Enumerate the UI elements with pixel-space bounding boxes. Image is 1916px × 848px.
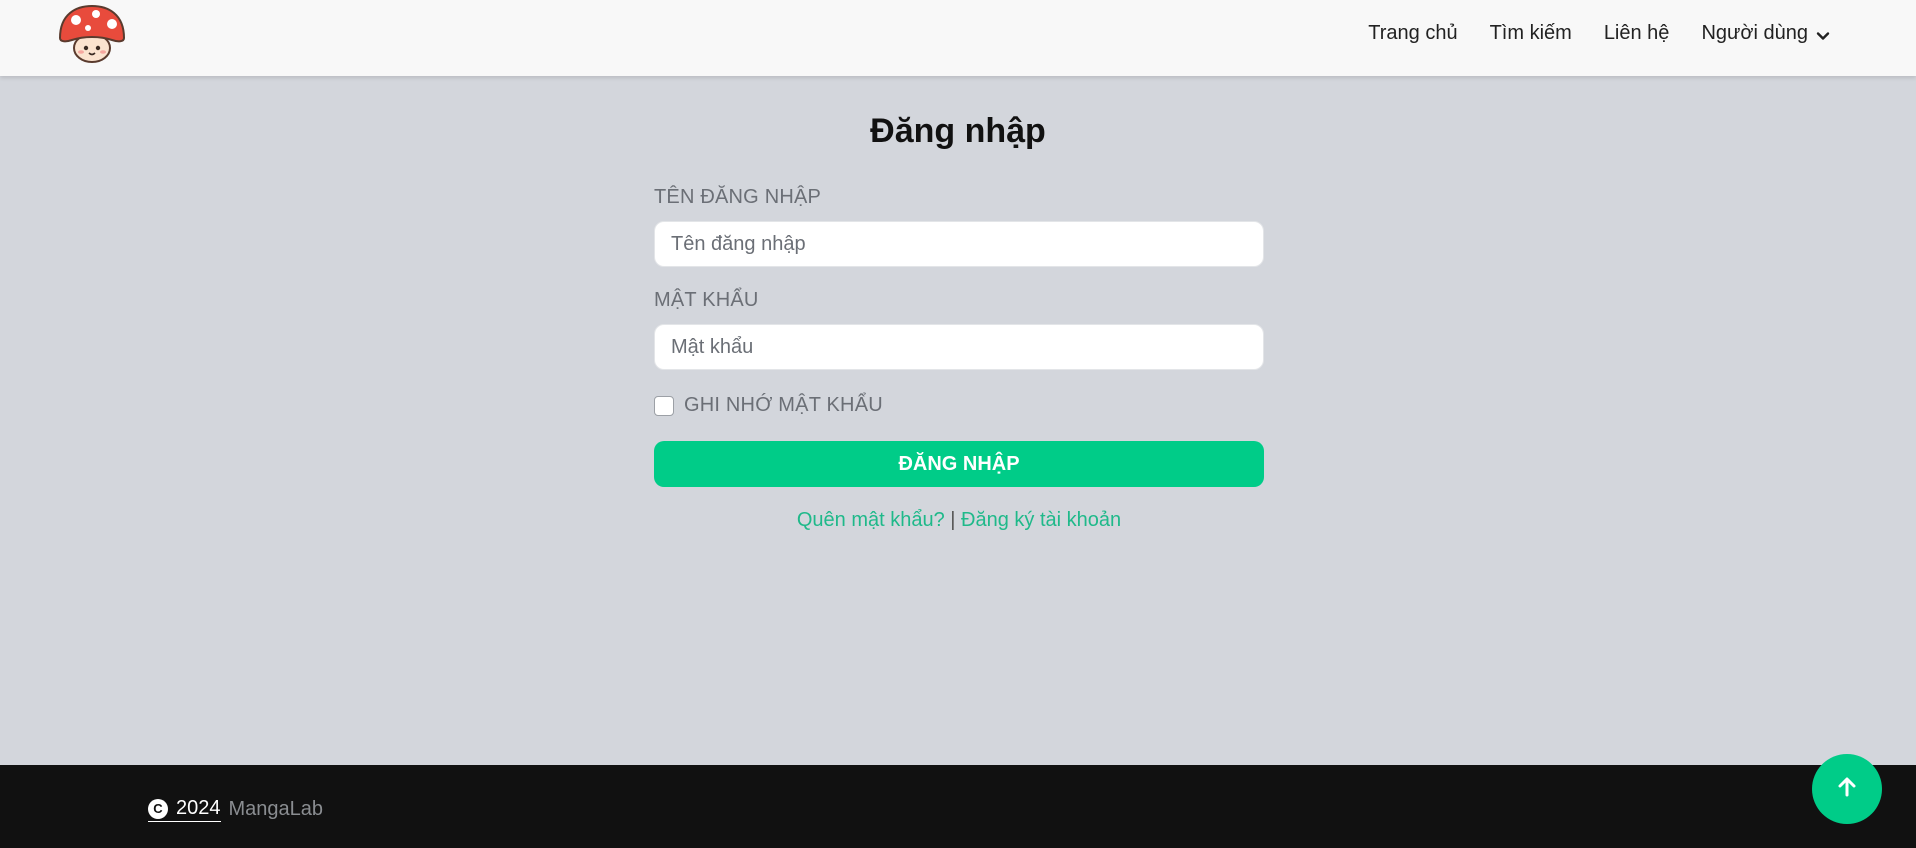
back-to-top-button[interactable] [1812, 754, 1882, 824]
remember-label[interactable]: GHI NHỚ MẬT KHẨU [684, 394, 883, 417]
username-input[interactable] [654, 221, 1264, 267]
nav-contact-link[interactable]: Liên hệ [1604, 22, 1670, 45]
nav-search-link[interactable]: Tìm kiếm [1490, 22, 1572, 45]
nav-links: Trang chủ Tìm kiếm Liên hệ Người dùng [1368, 0, 1830, 66]
register-link[interactable]: Đăng ký tài khoản [961, 509, 1121, 531]
username-label: TÊN ĐĂNG NHẬP [654, 186, 822, 208]
user-menu-dropdown[interactable]: Người dùng [1701, 22, 1830, 45]
login-form: TÊN ĐĂNG NHẬP MẬT KHẨU GHI NHỚ MẬT KHẨU … [654, 186, 1264, 532]
arrow-up-icon [1836, 776, 1858, 803]
footer-copyright: C 2024 MangaLab [148, 797, 323, 822]
forgot-password-link[interactable]: Quên mật khẩu? [797, 509, 945, 531]
remember-row: GHI NHỚ MẬT KHẨU [654, 394, 1264, 417]
nav-home-link[interactable]: Trang chủ [1368, 22, 1457, 45]
link-separator: | [950, 509, 956, 531]
password-input[interactable] [654, 324, 1264, 370]
navbar: Trang chủ Tìm kiếm Liên hệ Người dùng [0, 0, 1916, 76]
chevron-down-icon [1816, 26, 1830, 40]
page-title: Đăng nhập [870, 112, 1046, 150]
remember-checkbox[interactable] [654, 395, 674, 416]
copyright-year-link[interactable]: C 2024 [148, 797, 221, 822]
main-content: Đăng nhập TÊN ĐĂNG NHẬP MẬT KHẨU GHI NHỚ… [0, 76, 1916, 765]
footer-brand: MangaLab [228, 798, 324, 820]
copyright-year: 2024 [176, 797, 221, 819]
login-button[interactable]: ĐĂNG NHẬP [654, 441, 1264, 487]
copyright-icon: C [148, 798, 168, 819]
password-label: MẬT KHẨU [654, 289, 759, 311]
footer: C 2024 MangaLab [0, 765, 1916, 848]
auth-links: Quên mật khẩu? | Đăng ký tài khoản [654, 509, 1264, 532]
mushroom-logo-icon[interactable] [56, 4, 128, 66]
user-menu-label: Người dùng [1701, 21, 1808, 44]
